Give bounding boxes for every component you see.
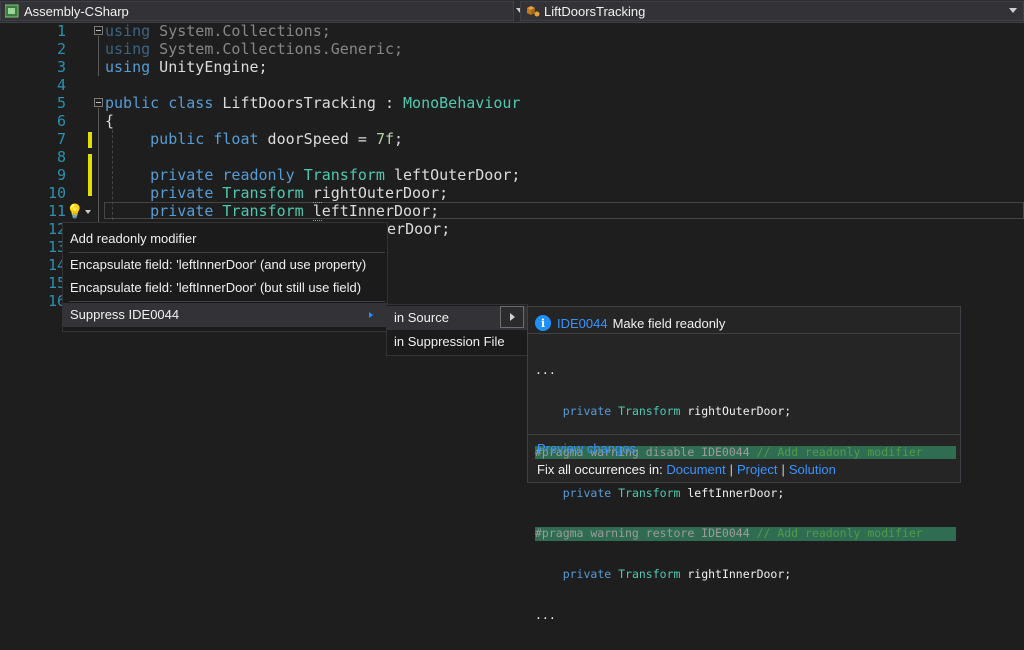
line-number: 7 [56, 130, 66, 148]
preview-code-line: ... [535, 363, 556, 378]
divider [528, 434, 960, 435]
chevron-down-icon[interactable] [85, 210, 91, 214]
preview-header: i IDE0044 Make field readonly [535, 313, 725, 333]
code-line: private Transform leftInnerDoor; [150, 202, 440, 221]
class-dropdown[interactable]: LiftDoorsTracking [520, 1, 1024, 21]
divider [528, 333, 960, 334]
link-separator: | [729, 462, 733, 477]
line-number: 16 [47, 292, 66, 310]
code-line: private Transform rightOuterDoor; [150, 184, 449, 203]
menu-separator [69, 301, 385, 302]
collapse-toggle-icon[interactable] [94, 98, 103, 107]
navigation-bar: Assembly-CSharp LiftDoorsTracking [0, 0, 1024, 23]
line-number: 14 [47, 256, 66, 274]
info-icon: i [535, 315, 551, 331]
code-line: public float doorSpeed = 7f; [150, 130, 404, 148]
code-line: using System.Collections.Generic; [105, 40, 404, 58]
suppress-item[interactable]: Suppress IDE0044 [63, 303, 387, 327]
preview-changes-link[interactable]: Preview changes [537, 441, 636, 456]
line-number: 3 [56, 58, 66, 76]
class-icon [527, 6, 540, 17]
fix-project-link[interactable]: Project [737, 462, 777, 477]
preview-code-line: private Transform leftInnerDoor; [562, 485, 785, 500]
line-number: 4 [56, 76, 66, 94]
line-number: 8 [56, 148, 66, 166]
fix-all-label: Fix all occurrences in: [537, 462, 663, 477]
code-line: using UnityEngine; [105, 58, 268, 76]
outline-line [98, 36, 99, 76]
chevron-down-icon [1009, 8, 1017, 13]
link-separator: | [781, 462, 785, 477]
code-line: public class LiftDoorsTracking : MonoBeh… [105, 94, 521, 112]
preview-code-line: private Transform rightOuterDoor; [562, 403, 792, 418]
project-dropdown[interactable]: Assembly-CSharp [0, 1, 524, 21]
collapse-toggle-icon[interactable] [94, 26, 103, 35]
code-line: { [105, 112, 115, 130]
expand-arrow-icon[interactable] [500, 306, 524, 328]
fix-document-link[interactable]: Document [666, 462, 725, 477]
line-number: 2 [56, 40, 66, 58]
quick-actions-menu: Add readonly modifier Encapsulate field:… [62, 222, 388, 332]
code-line: using System.Collections; [105, 22, 331, 40]
line-number: 13 [47, 238, 66, 256]
code-line: private readonly Transform leftOuterDoor… [150, 166, 521, 184]
change-marker [88, 154, 92, 196]
preview-code-line: ... [535, 607, 556, 622]
line-number: 12 [47, 220, 66, 238]
class-name: LiftDoorsTracking [544, 3, 646, 19]
fix-solution-link[interactable]: Solution [789, 462, 836, 477]
encapsulate-field-item[interactable]: Encapsulate field: 'leftInnerDoor' (but … [63, 276, 387, 300]
preview-title: Make field readonly [612, 315, 726, 331]
preview-code: ... private Transform rightOuterDoor; #p… [535, 337, 956, 650]
add-readonly-modifier-item[interactable]: Add readonly modifier [63, 227, 387, 251]
line-number: 5 [56, 94, 66, 112]
line-number: 9 [56, 166, 66, 184]
fix-all-occurrences: Fix all occurrences in: Document | Project… [537, 462, 836, 477]
line-number: 15 [47, 274, 66, 292]
rule-id-link[interactable]: IDE0044 [557, 316, 608, 331]
preview-added-line: #pragma warning restore IDE0044 // Add r… [535, 527, 956, 541]
submenu-arrow-icon [369, 312, 373, 318]
csharp-project-icon [5, 4, 19, 18]
encapsulate-field-property-item[interactable]: Encapsulate field: 'leftInnerDoor' (and … [63, 253, 387, 277]
change-marker [88, 132, 92, 148]
line-number: 1 [56, 22, 66, 40]
in-suppression-file-item[interactable]: in Suppression File [387, 330, 527, 354]
project-name: Assembly-CSharp [24, 3, 129, 19]
line-number: 11 [47, 202, 66, 220]
line-number: 10 [47, 184, 66, 202]
suppress-item-label: Suppress IDE0044 [70, 307, 180, 322]
line-number: 6 [56, 112, 66, 130]
preview-panel: i IDE0044 Make field readonly ... privat… [527, 306, 961, 621]
code-line: nerDoor; [378, 220, 451, 238]
lightbulb-icon[interactable]: 💡 [66, 203, 83, 219]
